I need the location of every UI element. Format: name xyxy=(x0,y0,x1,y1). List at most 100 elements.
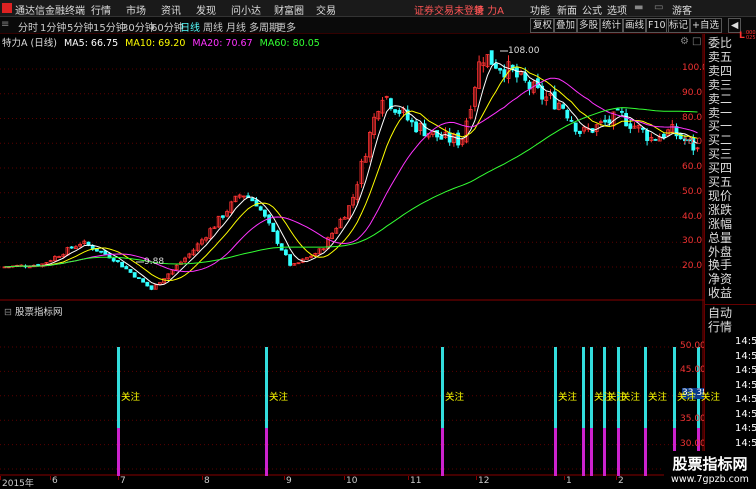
signal-bar-top xyxy=(603,347,606,429)
trade-time: 14:56 xyxy=(735,365,756,376)
quote-field-label: 卖三 xyxy=(708,77,733,92)
candle xyxy=(393,109,398,113)
menu-shichang[interactable]: 市场 xyxy=(126,2,146,17)
menu-xinmian[interactable]: 新面 xyxy=(557,2,577,17)
menu-jiaoyi[interactable]: 交易 xyxy=(316,2,336,17)
candle xyxy=(607,119,612,124)
period-more[interactable]: 更多 xyxy=(276,19,296,34)
period-30min[interactable]: 30分钟 xyxy=(122,19,155,34)
indicator-toggle-icon[interactable]: ⊟ xyxy=(4,307,12,318)
date-tick: 6 xyxy=(52,476,58,486)
period-daily[interactable]: 日线 xyxy=(180,19,200,34)
period-monthly[interactable]: 月线 xyxy=(226,19,246,34)
window-icon[interactable]: ▭ xyxy=(654,2,663,13)
auto-refresh-label[interactable]: 自动 xyxy=(708,307,732,320)
menu-zixun[interactable]: 资讯 xyxy=(161,2,181,17)
watermark: 股票指标网 www.7gpzb.com xyxy=(664,451,756,487)
period-multi[interactable]: 多周期 xyxy=(249,19,279,34)
candle xyxy=(99,250,103,253)
candle xyxy=(124,266,129,270)
period-weekly[interactable]: 周线 xyxy=(203,19,223,34)
candle xyxy=(439,135,444,140)
indicator-title: ⊟ 股票指标网 xyxy=(4,307,63,318)
btn-fuquan[interactable]: 复权 xyxy=(530,18,556,33)
period-fenshi[interactable]: 分时 xyxy=(18,19,38,34)
candle xyxy=(116,260,120,262)
signal-bar-top xyxy=(554,347,557,429)
candle xyxy=(615,108,620,111)
signal-bar-bottom xyxy=(441,428,444,476)
candle xyxy=(662,133,666,139)
period-toolbar: ≡ 分时 1分钟 5分钟 15分钟 30分钟 60分钟 日线 周线 月线 多周期… xyxy=(0,17,756,34)
quote-field-label: 卖四 xyxy=(708,63,733,78)
menu-wenxiaoda[interactable]: 问小达 xyxy=(231,2,261,17)
signal-bar-bottom xyxy=(617,428,620,476)
trade-time: 14:56 xyxy=(735,408,756,420)
date-tick: 12 xyxy=(478,476,490,486)
signal-bar-top xyxy=(617,347,620,429)
btn-duogu[interactable]: 多股 xyxy=(576,18,602,33)
btn-tongji[interactable]: 统计 xyxy=(599,18,625,33)
corner-code: 000025 xyxy=(746,30,756,41)
quote-field-label: 买一 xyxy=(708,119,733,134)
signal-bar-top xyxy=(582,347,585,429)
signal-bar-top xyxy=(441,347,444,429)
signal-label: 关注 xyxy=(648,392,668,403)
candle xyxy=(69,246,74,249)
signal-label: 关注 xyxy=(701,392,721,403)
quote-field-label: 卖二 xyxy=(708,91,733,106)
indicator-tick: 50.00 xyxy=(680,341,706,351)
trade-time: 14:56 xyxy=(735,437,756,449)
date-tick: 2 xyxy=(618,476,624,486)
quote-field-label: 净资 xyxy=(708,272,733,287)
period-15min[interactable]: 15分钟 xyxy=(93,19,126,34)
quote-sidebar: 委比 卖五 卖四 卖三 卖二 卖一 买一 买二 买三 买四 买五 现价 涨跌 涨幅 总量 外盘 换手 净资 收益 自动… xyxy=(704,34,756,487)
title-bar: 通达信金融终端 行情 市场 资讯 发现 问小达 财富圈 交易 证券交易未登录 特… xyxy=(0,0,756,17)
menu-caifuquan[interactable]: 财富圈 xyxy=(274,2,304,17)
kline-chart[interactable] xyxy=(0,34,704,476)
period-5min[interactable]: 5分钟 xyxy=(67,19,93,34)
menu-xuanxiang[interactable]: 选项 xyxy=(607,2,627,17)
menu-gongneng[interactable]: 功能 xyxy=(530,2,550,17)
menu-hangqing[interactable]: 行情 xyxy=(91,2,111,17)
app-logo-icon xyxy=(2,3,12,13)
date-tick: 8 xyxy=(204,476,210,486)
signal-label: 关注 xyxy=(269,392,289,403)
title-stock: 特 力A xyxy=(474,6,505,17)
quote-field-label: 总量 xyxy=(708,230,733,245)
price-tick: 50.0 xyxy=(682,186,703,197)
quote-field-label: 换手 xyxy=(708,258,733,273)
date-tick: 2015年 xyxy=(2,479,34,489)
candle xyxy=(573,122,578,132)
quote-field-label: 委比 xyxy=(708,36,733,50)
corner-letter: L xyxy=(739,31,745,41)
price-tick: 40.0 xyxy=(682,211,703,222)
max-price-label: 108.00 xyxy=(508,46,540,56)
price-tick: 20.0 xyxy=(682,261,703,271)
quote-field-label: 涨幅 xyxy=(708,216,733,231)
candle xyxy=(493,63,498,69)
signal-bar-top xyxy=(117,347,120,429)
period-60min[interactable]: 60分钟 xyxy=(151,19,184,34)
signal-bar-top xyxy=(590,347,593,429)
candle xyxy=(288,254,293,266)
user-label[interactable]: 游客 xyxy=(672,2,692,17)
menu-faxian[interactable]: 发现 xyxy=(196,2,216,17)
candle xyxy=(111,258,116,262)
btn-diejia[interactable]: 叠加 xyxy=(553,18,579,33)
btn-huaxian[interactable]: 画线 xyxy=(622,18,648,33)
signal-bar-bottom xyxy=(554,428,557,476)
candle xyxy=(258,206,263,211)
hamburger-icon[interactable]: ≡ xyxy=(1,19,9,30)
indicator-tick: 30.00 xyxy=(680,438,706,449)
auto-refresh-label[interactable]: 行情 xyxy=(708,321,732,334)
quote-field-label: 现价 xyxy=(708,188,733,203)
candle xyxy=(498,68,503,71)
btn-biaoji[interactable]: 标记 xyxy=(666,18,692,33)
candle xyxy=(515,67,519,78)
period-1min[interactable]: 1分钟 xyxy=(40,19,66,34)
menu-gongshi[interactable]: 公式 xyxy=(582,2,602,17)
candle xyxy=(283,249,288,256)
minimize-icon[interactable]: ▬ xyxy=(634,2,643,13)
btn-zixuan[interactable]: +自选 xyxy=(689,18,722,33)
